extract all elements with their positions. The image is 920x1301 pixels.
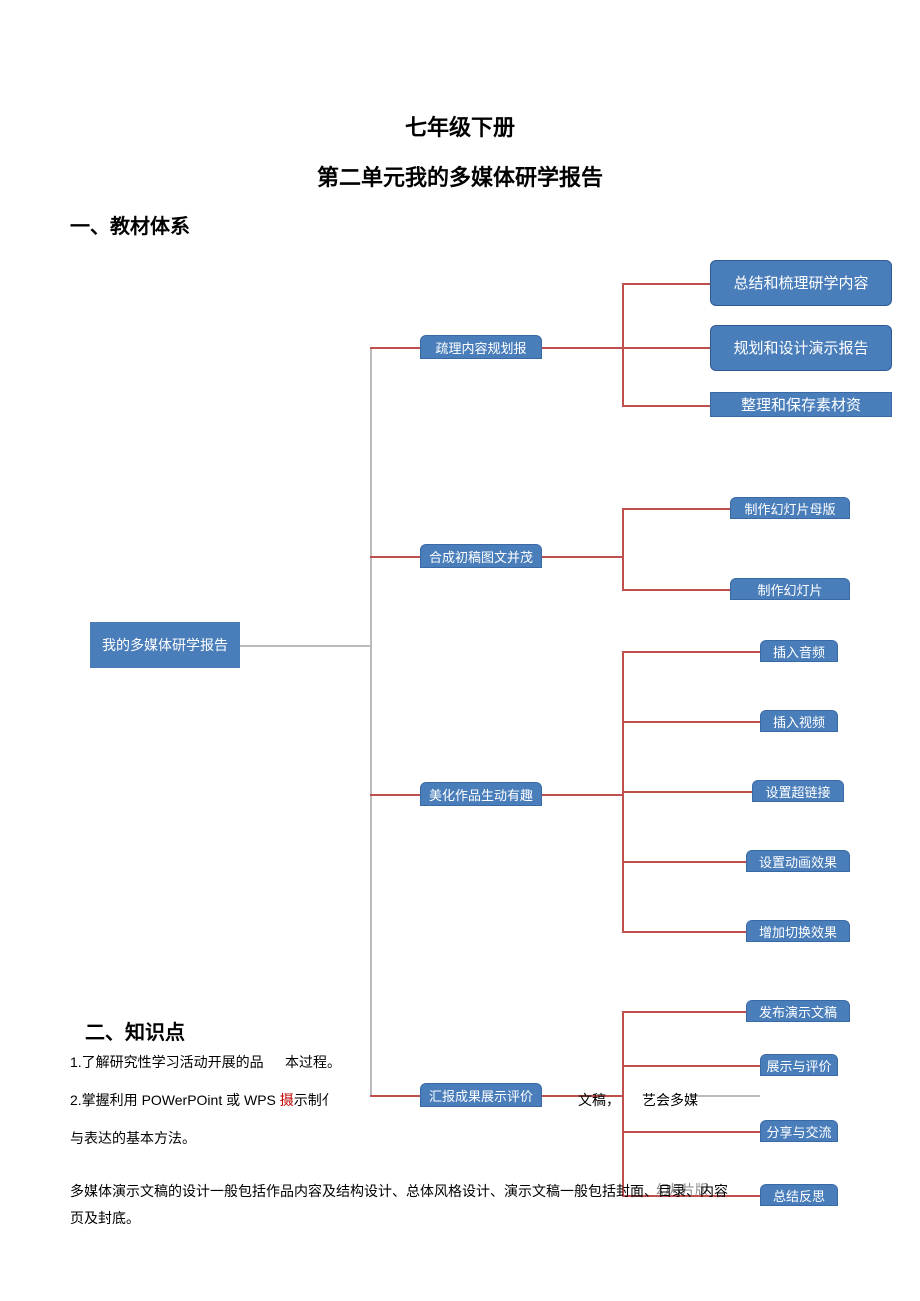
tree-mid-2: 合成初稿图文并茂: [420, 544, 542, 568]
connector: [622, 347, 710, 349]
connector: [690, 1095, 760, 1097]
connector: [542, 794, 622, 796]
tree-leaf-1c-5: 增加切换效果: [746, 920, 850, 942]
connector: [622, 508, 624, 590]
tree-leaf-1d-3: 分享与交流: [760, 1120, 838, 1142]
tree-leaf-1c-4: 设置动画效果: [746, 850, 850, 872]
knowledge-point-1a: 1.了解研究性学习活动开展的品: [70, 1052, 264, 1073]
kp2-part2: 示制亻: [294, 1092, 336, 1108]
page-title: 七年级下册: [0, 110, 920, 142]
connector: [622, 283, 710, 285]
connector: [370, 347, 420, 349]
tree-leaf-1d-1: 发布演示文稿: [746, 1000, 850, 1022]
tree-leaf-1c-2: 插入视频: [760, 710, 838, 732]
knowledge-point-1b: 本过程。: [285, 1052, 341, 1073]
connector: [622, 791, 752, 793]
connector: [622, 283, 624, 405]
knowledge-point-3: 与表达的基本方法。: [70, 1128, 196, 1149]
connector: [622, 589, 730, 591]
tree-leaf-1a-1: 总结和梳理研学内容: [710, 260, 892, 306]
connector: [240, 645, 370, 647]
tree-leaf-1b-2: 制作幻灯片: [730, 578, 850, 600]
connector: [370, 794, 420, 796]
tree-root: 我的多媒体研学报告: [90, 622, 240, 668]
connector: [622, 861, 746, 863]
section-heading-1: 一、教材体系: [70, 210, 190, 239]
knowledge-point-2c: 艺会多媒: [642, 1090, 698, 1111]
connector: [622, 1131, 760, 1133]
tree-mid-1: 疏理内容规划报: [420, 335, 542, 359]
kp2-part1: 2.掌握利用 POWerPOint 或 WPS: [70, 1092, 280, 1108]
connector: [622, 405, 710, 407]
paragraph-2: 多媒体演示文稿的设计一般包括作品内容及结构设计、总体风格设计、演示文稿一般包括封…: [70, 1178, 730, 1231]
section-heading-2: 二、知识点: [85, 1016, 185, 1045]
connector: [370, 347, 372, 1095]
kp2-red: 摄: [280, 1092, 294, 1108]
connector: [542, 347, 622, 349]
connector: [622, 721, 760, 723]
connector: [370, 1095, 420, 1097]
knowledge-point-2b: 文稿，: [578, 1090, 620, 1111]
tree-mid-3: 美化作品生动有趣: [420, 782, 542, 806]
tree-mid-4: 汇报成果展示评价: [420, 1083, 542, 1107]
connector: [370, 556, 420, 558]
tree-leaf-1a-2: 规划和设计演示报告: [710, 325, 892, 371]
tree-leaf-1d-2: 展示与评价: [760, 1054, 838, 1076]
connector: [622, 1011, 746, 1013]
connector: [622, 651, 760, 653]
tree-leaf-1c-1: 插入音频: [760, 640, 838, 662]
connector: [542, 556, 622, 558]
tree-leaf-1a-3: 整理和保存素材资: [710, 392, 892, 417]
tree-leaf-1d-4: 总结反思: [760, 1184, 838, 1206]
connector: [622, 931, 746, 933]
tree-leaf-1b-1: 制作幻灯片母版: [730, 497, 850, 519]
tree-leaf-1c-3: 设置超链接: [752, 780, 844, 802]
knowledge-point-2a: 2.掌握利用 POWerPOint 或 WPS 摄示制亻: [70, 1090, 336, 1111]
connector: [622, 1011, 624, 1196]
connector: [622, 1065, 760, 1067]
connector: [622, 508, 730, 510]
page-subtitle: 第二单元我的多媒体研学报告: [0, 160, 920, 192]
